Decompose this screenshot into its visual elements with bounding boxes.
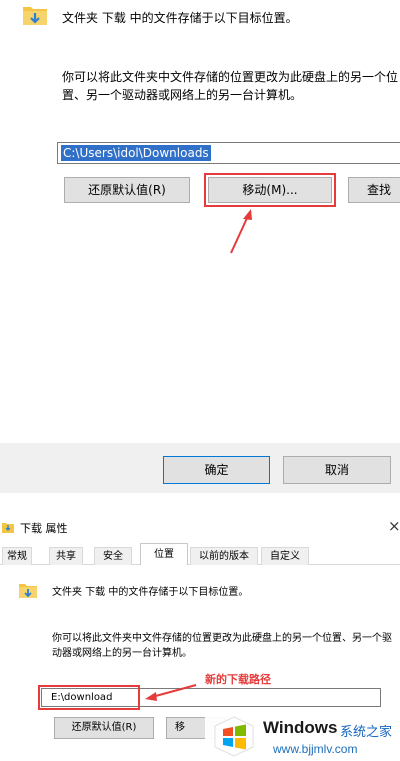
watermark-name: Windows — [263, 718, 338, 737]
red-arrow — [230, 209, 252, 254]
close-icon[interactable]: × — [388, 517, 400, 535]
annotation-label: 新的下载路径 — [205, 673, 271, 686]
move-button-highlight — [204, 173, 336, 207]
tab-sharing[interactable]: 共享 — [49, 547, 83, 565]
windows-logo-icon — [214, 716, 254, 757]
folder-download-icon — [2, 523, 14, 533]
tab-general[interactable]: 常规 — [2, 547, 32, 565]
tab-customize[interactable]: 自定义 — [261, 547, 309, 565]
tab-previous-versions[interactable]: 以前的版本 — [190, 547, 258, 565]
location-description: 文件夹 下载 中的文件存储于以下目标位置。 — [62, 11, 298, 25]
watermark-subtitle: 系统之家 — [340, 725, 393, 740]
location-path-input[interactable]: C:\Users\idol\Downloads — [57, 142, 400, 164]
location-path-selected-text: C:\Users\idol\Downloads — [61, 145, 211, 161]
restore-default-button[interactable]: 还原默认值(R) — [64, 177, 190, 203]
location-explanation: 你可以将此文件夹中文件存储的位置更改为此硬盘上的另一个位置、另一个驱动器或网络上… — [62, 70, 399, 102]
window-title: 下载 属性 — [20, 522, 68, 535]
location-description: 文件夹 下载 中的文件存储于以下目标位置。 — [52, 587, 249, 598]
watermark-url: www.bjjmlv.com — [273, 742, 358, 756]
tab-location[interactable]: 位置 — [140, 543, 188, 565]
restore-default-button[interactable]: 还原默认值(R) — [54, 717, 154, 739]
tab-security[interactable]: 安全 — [94, 547, 132, 565]
find-target-button[interactable]: 查找 — [348, 177, 400, 203]
folder-download-icon — [19, 584, 37, 598]
path-highlight-box — [38, 685, 140, 710]
site-watermark: Windows 系统之家 www.bjjmlv.com — [205, 708, 400, 761]
cancel-button[interactable]: 取消 — [283, 456, 391, 484]
location-explanation: 你可以将此文件夹中文件存储的位置更改为此硬盘上的另一个位置、另一个驱动器或网络上… — [52, 633, 392, 659]
ok-button[interactable]: 确定 — [163, 456, 270, 484]
folder-download-icon — [23, 7, 47, 25]
